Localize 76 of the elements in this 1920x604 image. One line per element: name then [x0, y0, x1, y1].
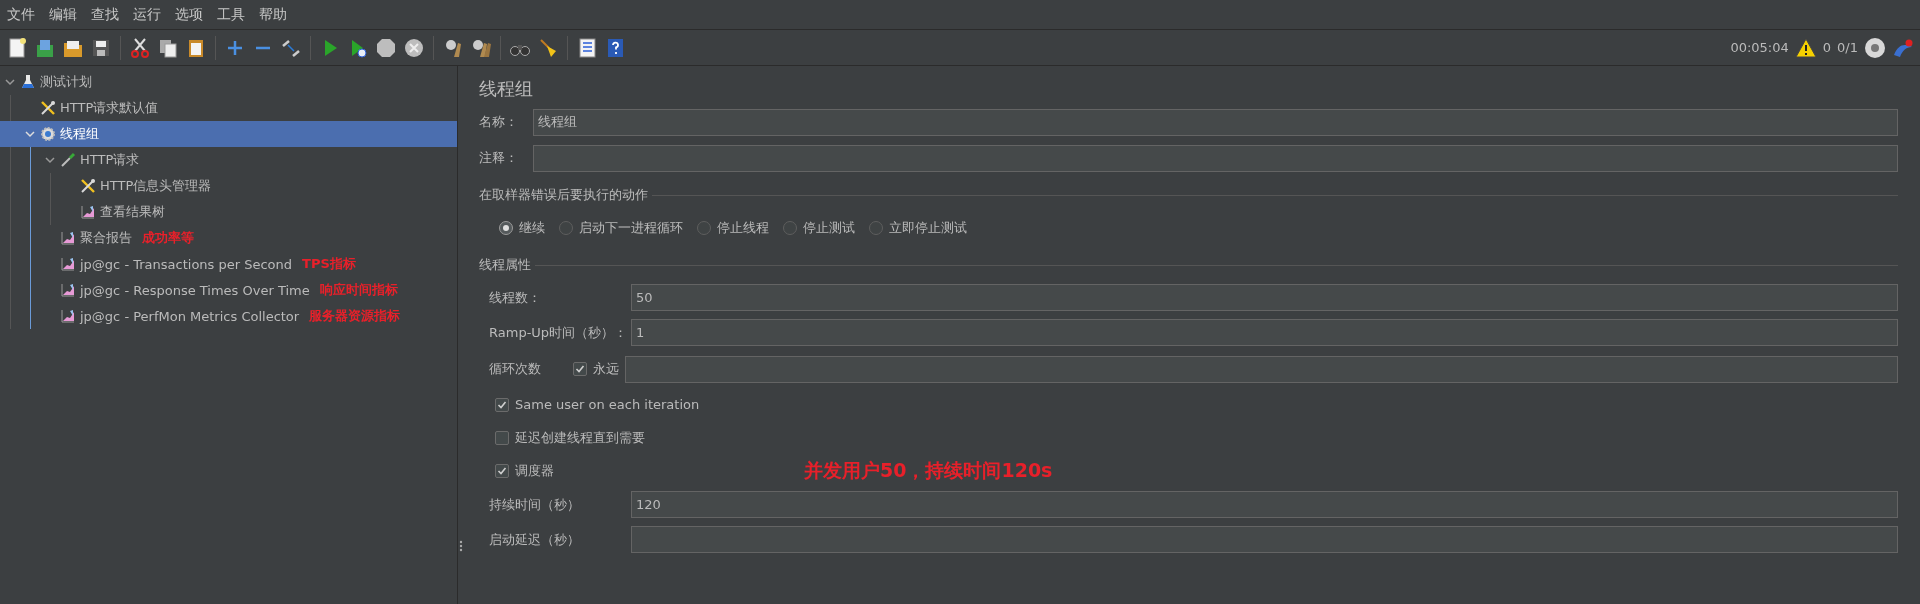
input-field[interactable]	[625, 355, 1898, 383]
input-field[interactable]: 1	[631, 319, 1898, 346]
field-label: 启动延迟（秒）	[489, 530, 581, 549]
stop-icon[interactable]	[375, 36, 397, 59]
name-field[interactable]: 线程组	[533, 108, 1898, 136]
comment-field[interactable]	[533, 144, 1898, 172]
input-field[interactable]: 50	[631, 284, 1898, 311]
tree-item[interactable]: 聚合报告 成功率等	[0, 225, 457, 251]
group-title: 在取样器错误后要执行的动作	[479, 186, 648, 204]
radio-option[interactable]: 立即停止测试	[869, 219, 967, 237]
graph-icon	[60, 282, 76, 298]
check-icon	[575, 364, 585, 374]
graph-icon	[60, 256, 76, 272]
checkbox[interactable]: 延迟创建线程直到需要	[495, 428, 645, 447]
tree-item[interactable]: 查看结果树	[0, 199, 457, 225]
annotation-text: 成功率等	[142, 229, 194, 247]
flask-icon	[20, 74, 36, 90]
check-icon	[497, 465, 507, 476]
field-label: 线程数：	[489, 288, 542, 307]
radio-option[interactable]: 继续	[499, 219, 545, 237]
menu-item[interactable]: 运行	[128, 5, 170, 24]
menu-item[interactable]: 查找	[86, 5, 128, 24]
broom-icon[interactable]	[537, 36, 559, 59]
menu-item[interactable]: 帮助	[254, 5, 296, 24]
graph-icon	[60, 308, 76, 324]
checkbox[interactable]: 调度器	[495, 461, 554, 480]
tree-item[interactable]: HTTP请求	[0, 147, 457, 173]
field-label: 持续时间（秒）	[489, 495, 581, 514]
menu-item[interactable]: 工具	[212, 5, 254, 24]
field-label: 循环次数	[489, 360, 542, 378]
field-label: Ramp-Up时间（秒）：	[489, 323, 629, 342]
radio-option[interactable]: 停止线程	[697, 219, 769, 237]
tree-item[interactable]: 线程组	[0, 121, 457, 147]
radio-option[interactable]: 停止测试	[783, 219, 855, 237]
tools-icon	[80, 178, 96, 194]
chevron-icon[interactable]	[4, 76, 16, 88]
annotation-text: TPS指标	[302, 255, 356, 273]
tree-item[interactable]: HTTP请求默认值	[0, 95, 457, 121]
tree-item[interactable]: jp@gc - PerfMon Metrics Collector 服务器资源指标	[0, 303, 457, 329]
warning-icon[interactable]	[1794, 36, 1817, 59]
thread-count: 0/1	[1837, 40, 1858, 55]
chevron-icon[interactable]	[24, 128, 36, 140]
warning-count: 0	[1822, 40, 1832, 55]
menu-item[interactable]: 编辑	[44, 5, 86, 24]
input-field[interactable]: 120	[631, 491, 1898, 518]
scissors-icon[interactable]	[129, 36, 151, 59]
gear-icon	[40, 126, 56, 142]
splitter-grip-icon[interactable]	[459, 540, 463, 552]
tree-item[interactable]: HTTP信息头管理器	[0, 173, 457, 199]
tools-icon	[40, 100, 56, 116]
checkbox[interactable]: Same user on each iteration	[495, 397, 700, 412]
graph-icon	[60, 230, 76, 246]
panel-title: 线程组	[479, 77, 534, 101]
shutdown-icon[interactable]	[403, 36, 425, 59]
check-icon	[497, 399, 507, 410]
remote-icon[interactable]	[1864, 36, 1886, 59]
list-icon[interactable]	[576, 36, 598, 59]
graph-icon	[80, 204, 96, 220]
field-label: 名称：	[479, 113, 519, 131]
group-title: 线程属性	[479, 256, 531, 274]
input-field[interactable]	[631, 526, 1898, 553]
tree-item[interactable]: 测试计划	[0, 69, 457, 95]
menu-item[interactable]: 文件	[2, 5, 44, 24]
pipette-icon	[60, 152, 76, 168]
radio-option[interactable]: 启动下一进程循环	[559, 219, 683, 237]
annotation-text: 服务器资源指标	[309, 307, 401, 325]
new-file-icon[interactable]	[6, 36, 28, 59]
elapsed-time: 00:05:04	[1730, 40, 1789, 55]
tree-item[interactable]: jp@gc - Response Times Over Time 响应时间指标	[0, 277, 457, 303]
checkbox[interactable]: 永远	[573, 360, 619, 378]
tree-item[interactable]: jp@gc - Transactions per Second TPS指标	[0, 251, 457, 277]
field-label: 注释：	[479, 149, 519, 167]
annotation-text: 并发用户50，持续时间120s	[804, 457, 1053, 483]
chevron-icon[interactable]	[44, 154, 56, 166]
menu-item[interactable]: 选项	[170, 5, 212, 24]
annotation-text: 响应时间指标	[319, 281, 398, 299]
